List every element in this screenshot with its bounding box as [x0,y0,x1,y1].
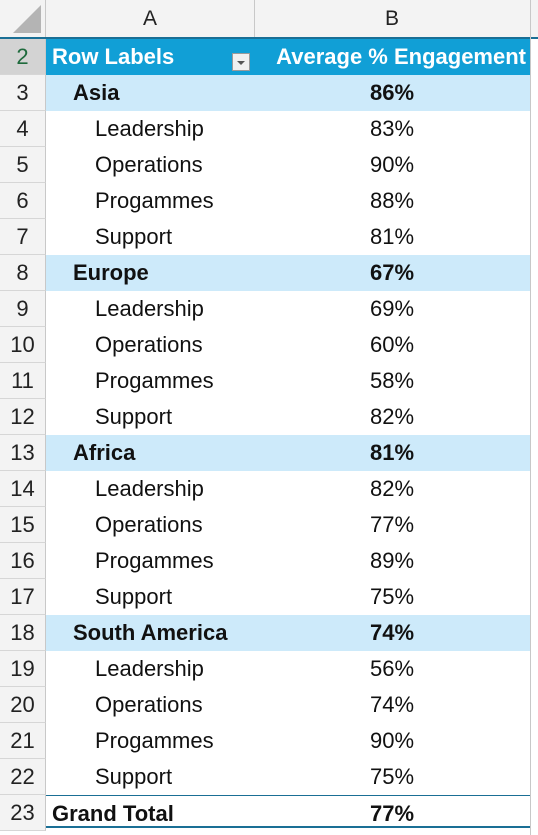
item-row: 15 Operations 77% [0,507,538,543]
row-label-cell[interactable]: Asia [46,75,254,111]
row-label-cell[interactable]: Progammes [46,543,254,579]
group-row: 8 Europe 67% [0,255,538,291]
item-row: 9 Leadership 69% [0,291,538,327]
value-cell[interactable]: 90% [254,147,530,183]
select-all-button[interactable] [0,0,46,37]
value-cell[interactable]: 90% [254,723,530,759]
group-row: 3 Asia 86% [0,75,538,111]
row-label-cell[interactable]: Leadership [46,111,254,147]
item-row: 6 Progammes 88% [0,183,538,219]
row-label-cell[interactable]: Support [46,759,254,795]
value-cell[interactable]: 77% [254,507,530,543]
row-number[interactable]: 18 [0,615,46,651]
value-cell[interactable]: 74% [254,687,530,723]
row-label-cell[interactable]: Africa [46,435,254,471]
row-number[interactable]: 22 [0,759,46,795]
row-number[interactable]: 13 [0,435,46,471]
column-header-bar: A B [0,0,538,38]
row-number[interactable]: 16 [0,543,46,579]
row-number[interactable]: 21 [0,723,46,759]
row-number[interactable]: 17 [0,579,46,615]
value-cell[interactable]: 88% [254,183,530,219]
row-label-cell[interactable]: Leadership [46,471,254,507]
row-label-cell[interactable]: Operations [46,147,254,183]
item-row: 5 Operations 90% [0,147,538,183]
value-cell[interactable]: 86% [254,75,530,111]
row-label-cell[interactable]: Operations [46,327,254,363]
row-number[interactable]: 4 [0,111,46,147]
item-row: 21 Progammes 90% [0,723,538,759]
row-label-cell[interactable]: Leadership [46,291,254,327]
row-number[interactable]: 23 [0,795,46,831]
item-row: 4 Leadership 83% [0,111,538,147]
row-label-cell[interactable]: Grand Total [46,795,254,828]
value-cell[interactable]: 60% [254,327,530,363]
value-cell[interactable]: 81% [254,435,530,471]
row-label-cell[interactable]: Progammes [46,363,254,399]
item-row: 22 Support 75% [0,759,538,795]
item-row: 19 Leadership 56% [0,651,538,687]
grand-total-row: 23 Grand Total 77% [0,795,538,831]
row-number[interactable]: 8 [0,255,46,291]
value-cell[interactable]: 82% [254,471,530,507]
row-number[interactable]: 12 [0,399,46,435]
value-cell[interactable]: 82% [254,399,530,435]
right-gridline [530,37,531,835]
item-row: 17 Support 75% [0,579,538,615]
item-row: 14 Leadership 82% [0,471,538,507]
pivot-table: 2 Row Labels Average % Engagement 3 Asia 8… [0,37,538,831]
row-number[interactable]: 11 [0,363,46,399]
item-row: 20 Operations 74% [0,687,538,723]
item-row: 10 Operations 60% [0,327,538,363]
select-all-triangle-icon [13,5,41,33]
row-label-cell[interactable]: Operations [46,687,254,723]
value-cell[interactable]: 83% [254,111,530,147]
row-number[interactable]: 5 [0,147,46,183]
row-label-cell[interactable]: Progammes [46,183,254,219]
value-cell[interactable]: 58% [254,363,530,399]
row-number[interactable]: 7 [0,219,46,255]
row-label-cell[interactable]: South America [46,615,254,651]
item-row: 12 Support 82% [0,399,538,435]
row-label-cell[interactable]: Support [46,219,254,255]
item-row: 7 Support 81% [0,219,538,255]
group-row: 13 Africa 81% [0,435,538,471]
row-label-cell[interactable]: Europe [46,255,254,291]
row-number[interactable]: 6 [0,183,46,219]
item-row: 11 Progammes 58% [0,363,538,399]
value-cell[interactable]: 77% [254,795,530,828]
group-row: 18 South America 74% [0,615,538,651]
row-number[interactable]: 9 [0,291,46,327]
row-number[interactable]: 19 [0,651,46,687]
row-label-cell[interactable]: Support [46,579,254,615]
row-number[interactable]: 15 [0,507,46,543]
pivot-header-row: 2 Row Labels Average % Engagement [0,37,538,75]
row-number[interactable]: 20 [0,687,46,723]
value-cell[interactable]: 67% [254,255,530,291]
row-number[interactable]: 10 [0,327,46,363]
item-row: 16 Progammes 89% [0,543,538,579]
row-label-cell[interactable]: Operations [46,507,254,543]
value-cell[interactable]: 75% [254,759,530,795]
row-label-cell[interactable]: Support [46,399,254,435]
value-cell[interactable]: 81% [254,219,530,255]
row-label-cell[interactable]: Progammes [46,723,254,759]
value-cell[interactable]: 74% [254,615,530,651]
row-labels-header-cell[interactable]: Row Labels [46,39,254,75]
column-header-b[interactable]: B [254,0,531,37]
average-engagement-header[interactable]: Average % Engagement [254,39,530,75]
value-cell[interactable]: 75% [254,579,530,615]
filter-dropdown-icon[interactable] [232,53,250,71]
column-header-a[interactable]: A [46,0,255,37]
row-labels-header: Row Labels [52,44,175,69]
row-number[interactable]: 3 [0,75,46,111]
value-cell[interactable]: 89% [254,543,530,579]
row-number[interactable]: 2 [0,39,46,75]
row-number[interactable]: 14 [0,471,46,507]
row-label-cell[interactable]: Leadership [46,651,254,687]
value-cell[interactable]: 56% [254,651,530,687]
value-cell[interactable]: 69% [254,291,530,327]
